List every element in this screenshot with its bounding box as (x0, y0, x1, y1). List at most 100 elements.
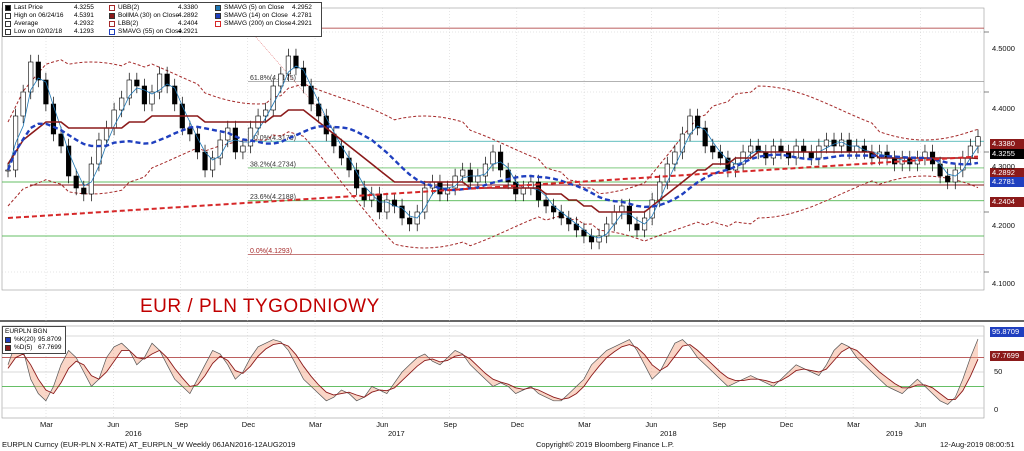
candle-body (81, 187, 87, 195)
candle-body (141, 85, 147, 105)
candle-body (657, 181, 663, 201)
legend-sma200: SMAVG (200) on Close 4.2921 (215, 20, 312, 28)
osc-tick-label: 0 (994, 405, 999, 414)
x-month-label: Dec (510, 420, 525, 429)
legend-sma5: SMAVG (5) on Close 4.2952 (215, 4, 312, 12)
candle-body (43, 79, 49, 105)
tag-ubb: 4.3380 (990, 139, 1024, 149)
candle-body (376, 193, 382, 213)
footer-timestamp: 12-Aug-2019 08:00:51 (940, 440, 1015, 449)
candle-body (748, 145, 754, 153)
x-month-label: Jun (107, 420, 120, 429)
candle-body (103, 127, 110, 141)
x-year-label: 2018 (660, 429, 677, 438)
x-month-label: Mar (40, 420, 53, 429)
candle-body (73, 175, 79, 189)
candle-body (202, 151, 208, 171)
tag-last-price: 4.3255 (990, 149, 1024, 159)
candle-body (346, 157, 352, 171)
candle-body (156, 73, 163, 93)
candle-body (20, 91, 26, 117)
candle-body (278, 73, 284, 87)
chart-title: EUR / PLN TYGODNIOWY (140, 296, 380, 317)
x-month-label: Mar (309, 420, 322, 429)
candle-body (66, 145, 72, 177)
candle-body (823, 139, 830, 147)
candle-body (187, 127, 193, 135)
oscillator-legend: EURPLN BGN %K(20) 95.8709 %D(5) 67.7699 (2, 326, 66, 354)
y-tick-label: 4.1000 (992, 279, 1015, 288)
x-month-label: Jun (376, 420, 389, 429)
candle-body (634, 223, 640, 231)
candle-body (361, 187, 367, 201)
fib-label: 38.2%(4.2734) (250, 161, 296, 168)
candle-body (808, 151, 814, 159)
x-month-label: Jun (645, 420, 658, 429)
candle-body (588, 235, 595, 243)
candle-body (520, 187, 526, 195)
x-year-label: 2017 (388, 429, 405, 438)
legend-bollma: BollMA (30) on Close 4.2892 (109, 12, 198, 20)
legend-high: High on 06/24/16 4.5391 (5, 12, 94, 20)
candle-body (247, 127, 254, 147)
candle-body (285, 55, 291, 75)
candle-body (240, 145, 246, 153)
tag-osc-d: 67.7699 (990, 351, 1024, 361)
osc-tick-label: 50 (994, 367, 1003, 376)
candle-body (490, 151, 496, 165)
candle-body (194, 133, 201, 153)
y-tick-label: 4.4000 (992, 104, 1015, 113)
candle-body (975, 136, 981, 147)
legend-ubb: UBB(2) 4.3380 (109, 4, 198, 12)
x-month-label: Sep (712, 420, 726, 429)
fib-label: 0.0%(4.1293) (250, 248, 292, 255)
candle-body (717, 151, 723, 159)
main-legend: Last Price 4.3255 High on 06/24/16 4.5391 … (2, 2, 322, 37)
x-month-label: Jun (914, 420, 927, 429)
footer-copyright: Copyright© 2019 Bloomberg Finance L.P. (536, 440, 674, 449)
tag-lbb: 4.2404 (990, 197, 1024, 207)
candle-body (338, 145, 345, 159)
x-month-label: Dec (779, 420, 794, 429)
legend-average: Average 4.2932 (5, 20, 94, 28)
y-tick-label: 4.2000 (992, 221, 1015, 230)
tag-osc-k: 95.8709 (990, 327, 1024, 337)
x-month-label: Mar (847, 420, 861, 429)
candle-body (687, 115, 693, 135)
legend-lbb: LBB(2) 4.2404 (109, 20, 198, 28)
candle-body (58, 133, 64, 147)
candle-body (778, 145, 784, 153)
x-month-label: Mar (578, 420, 591, 429)
tag-sma14: 4.2781 (990, 177, 1024, 187)
x-month-label: Sep (443, 420, 457, 429)
price-chart: 100.0%(4.5065)61.8%(4.4175)50.0%(4.3179)… (0, 0, 1024, 451)
candle-body (35, 61, 41, 81)
footer-ticker: EURPLN Curncy (EUR-PLN X-RATE) AT_EURPLN… (2, 440, 296, 449)
candle-body (460, 169, 466, 177)
x-year-label: 2019 (886, 429, 903, 438)
candle-body (475, 175, 481, 183)
candle-body (543, 199, 549, 207)
legend-osc-k: %K(20) 95.8709 (5, 336, 62, 344)
candle-body (407, 217, 413, 225)
candle-body (50, 103, 57, 135)
legend-osc-ticker: EURPLN BGN (5, 328, 48, 335)
x-year-label: 2016 (125, 429, 142, 438)
legend-sma55: SMAVG (55) on Close 4.2921 (109, 28, 198, 36)
x-month-label: Sep (174, 420, 188, 429)
candle-body (945, 175, 951, 183)
candle-body (5, 169, 11, 172)
legend-low: Low on 02/02/18 4.1293 (5, 28, 94, 36)
y-tick-label: 4.5000 (992, 44, 1015, 53)
candle-body (710, 145, 716, 153)
candle-body (801, 145, 807, 153)
candle-body (619, 205, 625, 213)
legend-sma14: SMAVG (14) on Close 4.2781 (215, 12, 312, 20)
candle-body (134, 79, 140, 87)
legend-last-price: Last Price 4.3255 (5, 4, 94, 12)
y-tick-label: 4.3000 (992, 162, 1015, 171)
x-month-label: Dec (241, 420, 256, 429)
candle-body (126, 79, 132, 99)
candle-body (498, 151, 504, 171)
legend-osc-d: %D(5) 67.7699 (5, 344, 62, 352)
